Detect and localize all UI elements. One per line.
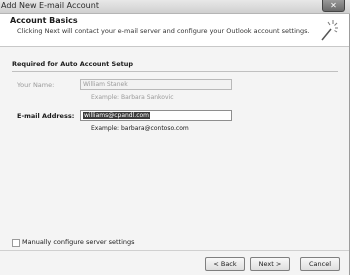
- manual-config-checkbox[interactable]: [12, 239, 20, 247]
- next-button[interactable]: Next >: [250, 257, 290, 271]
- email-example: Example: barbara@contoso.com: [91, 125, 189, 132]
- header-title: Account Basics: [10, 16, 78, 25]
- cancel-button[interactable]: Cancel: [300, 257, 340, 271]
- section-divider: [12, 71, 338, 72]
- wand-icon: [321, 20, 338, 41]
- window-title: Add New E-mail Account: [1, 1, 99, 10]
- title-bar: Add New E-mail Account ✕: [0, 0, 350, 14]
- email-value: williams@cpandl.com: [83, 112, 151, 119]
- back-button[interactable]: < Back: [205, 257, 245, 271]
- header-subtitle: Clicking Next will contact your e-mail s…: [17, 27, 310, 35]
- button-bar-divider: [0, 250, 349, 251]
- section-title: Required for Auto Account Setup: [12, 60, 134, 68]
- manual-config-label[interactable]: Manually configure server settings: [22, 238, 135, 246]
- your-name-label: Your Name:: [17, 81, 55, 89]
- email-address-input[interactable]: williams@cpandl.com: [80, 110, 232, 121]
- your-name-value: William Stanek: [83, 81, 128, 88]
- close-button[interactable]: ✕: [322, 0, 345, 12]
- your-name-input[interactable]: William Stanek: [80, 79, 232, 90]
- email-label: E-mail Address:: [17, 112, 75, 120]
- your-name-example: Example: Barbara Sankovic: [91, 94, 174, 101]
- dialog-body: Account Basics Clicking Next will contac…: [0, 14, 350, 275]
- dialog-header: Account Basics Clicking Next will contac…: [0, 14, 349, 47]
